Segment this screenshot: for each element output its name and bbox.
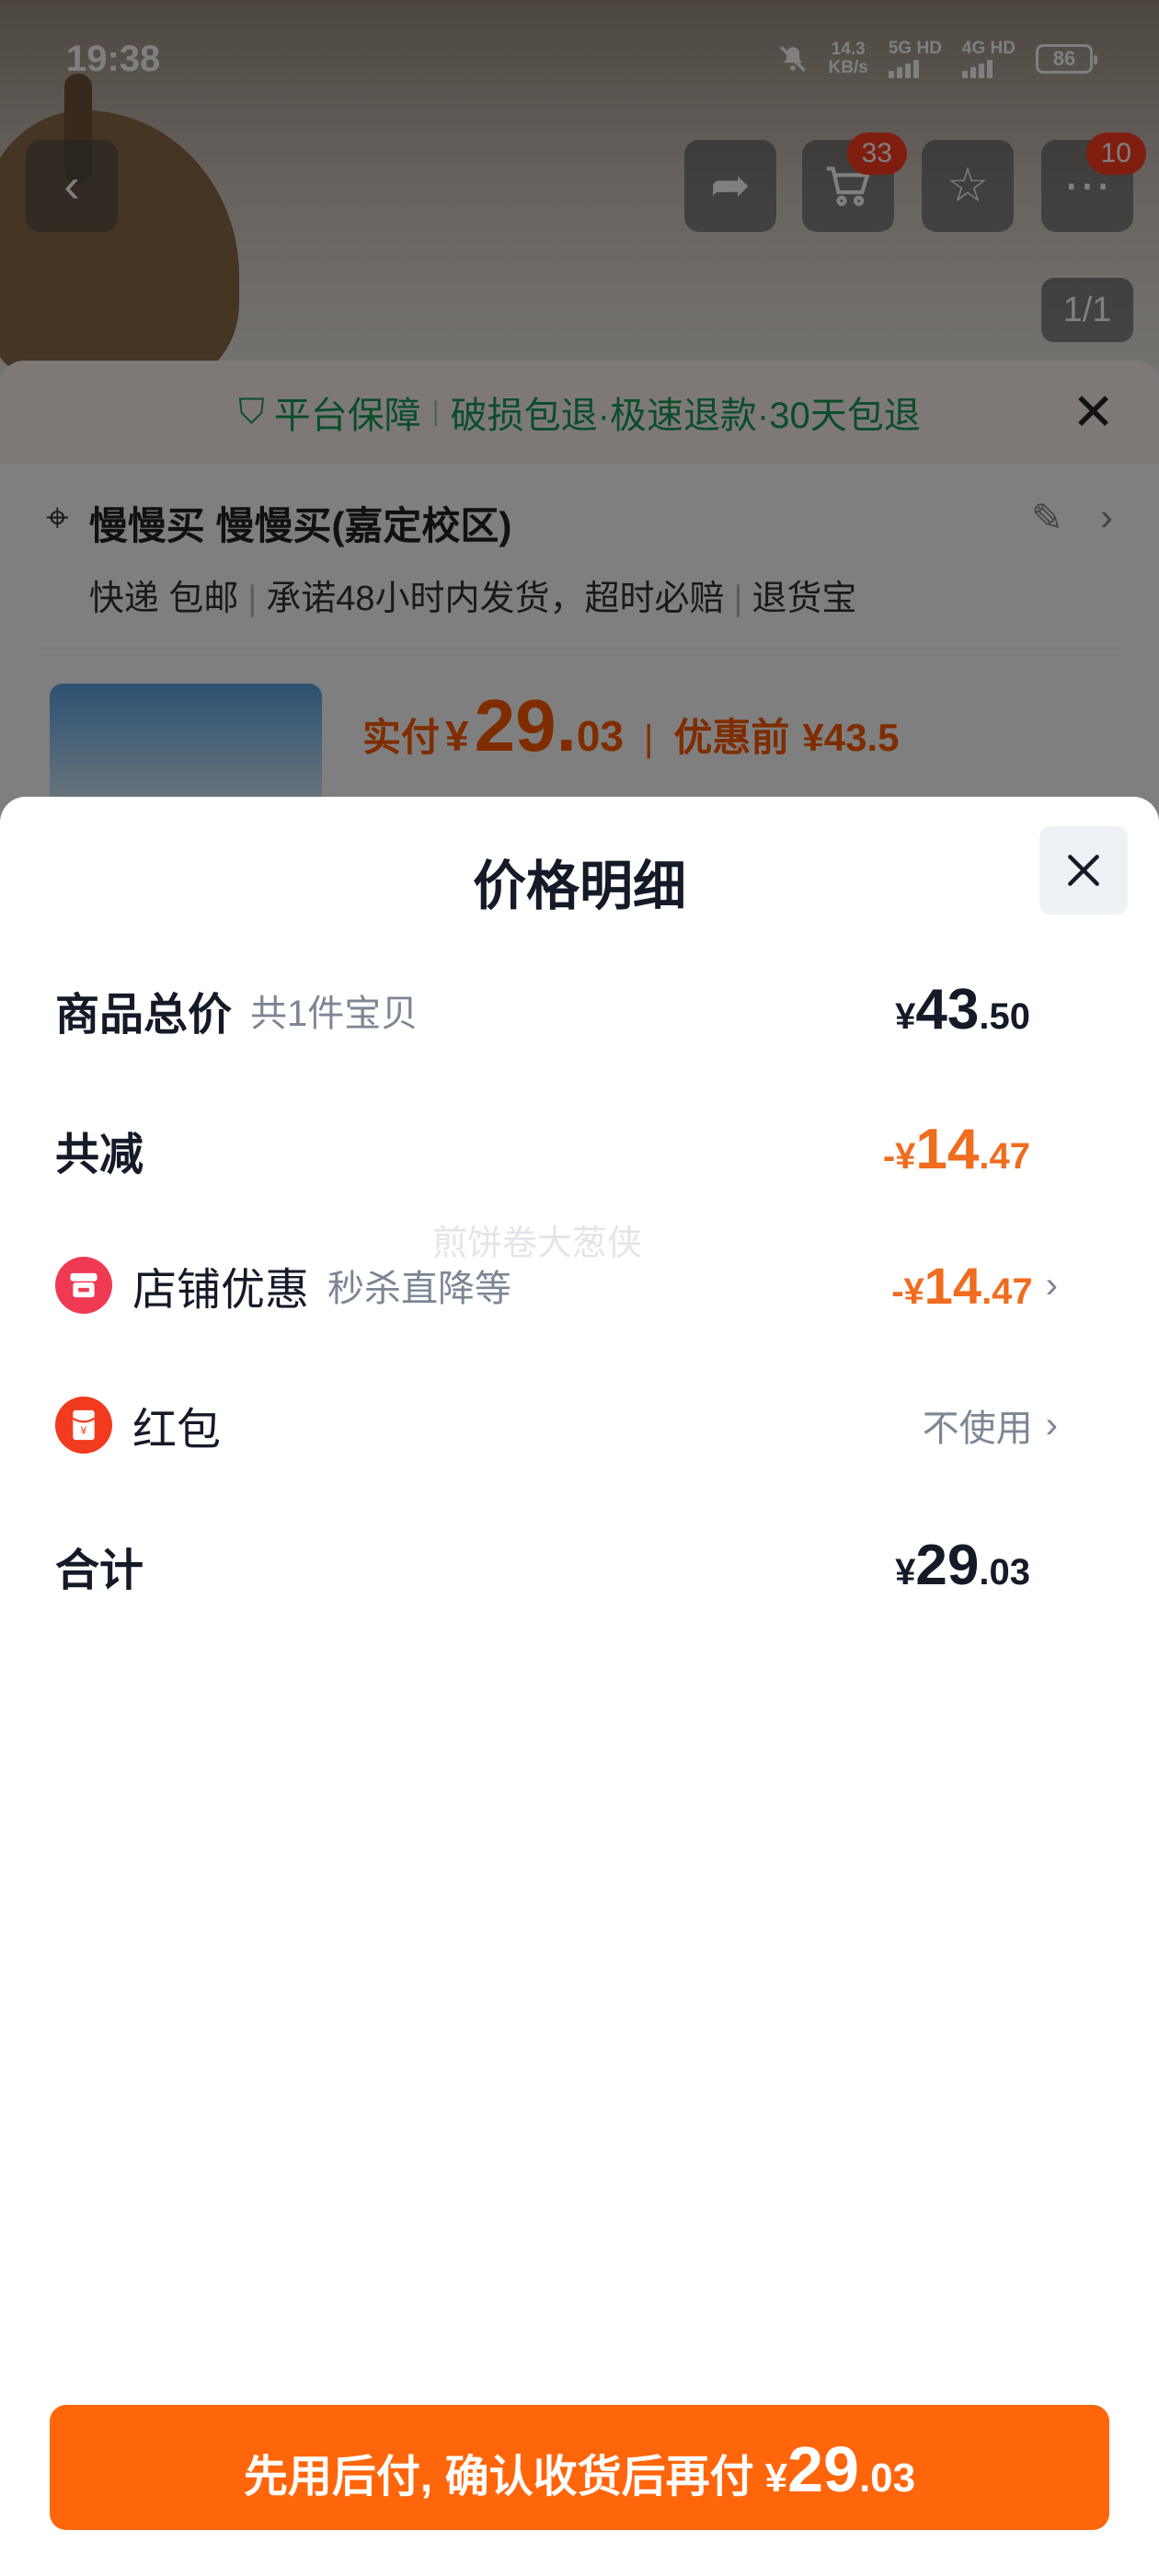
total-reduction-amount: -¥ 14 .47 <box>883 1117 1030 1182</box>
cta-amount-dec: .03 <box>858 2455 916 2501</box>
row-store-discount[interactable]: 店铺优惠 秒杀直降等 -¥ 14 .47 › <box>55 1253 1058 1317</box>
chevron-right-icon: › <box>1045 1264 1058 1305</box>
red-packet-status: 不使用 <box>922 1409 1033 1449</box>
pay-later-button[interactable]: 先用后付, 确认收货后再付 ¥ 29 .03 <box>50 2405 1109 2530</box>
currency-symbol: ¥ <box>895 996 916 1037</box>
red-packet-label: 红包 <box>132 1406 222 1455</box>
currency-symbol: ¥ <box>895 1552 916 1593</box>
total-reduction-label: 共减 <box>55 1130 144 1179</box>
store-discount-sub: 秒杀直降等 <box>327 1269 512 1309</box>
sum-label: 合计 <box>55 1546 144 1595</box>
cta-amount-int: 29 <box>787 2433 859 2505</box>
sum-amount: ¥ 29 .03 <box>895 1533 1030 1598</box>
goods-total-amount: ¥ 43 .50 <box>895 977 1030 1042</box>
svg-text:¥: ¥ <box>80 1424 86 1437</box>
store-icon <box>55 1257 112 1314</box>
store-discount-label: 店铺优惠 <box>132 1266 310 1315</box>
close-button[interactable] <box>1039 826 1128 914</box>
row-red-packet[interactable]: ¥ 红包 不使用 › <box>55 1393 1058 1457</box>
row-goods-total: 商品总价 共1件宝贝 ¥ 43 .50 <box>55 977 1058 1042</box>
amount-int: 29 <box>915 1534 980 1597</box>
amount-dec: .50 <box>979 996 1030 1037</box>
amount-int: 43 <box>915 978 980 1041</box>
currency-symbol: -¥ <box>891 1271 924 1312</box>
chevron-right-icon: › <box>1045 1404 1058 1445</box>
price-detail-sheet: 价格明细 煎饼卷大葱侠 商品总价 共1件宝贝 ¥ 43 .50 共减 -¥ 14… <box>0 797 1159 2576</box>
currency-symbol: -¥ <box>882 1136 916 1177</box>
currency-symbol: ¥ <box>764 2455 788 2501</box>
close-icon <box>1068 855 1099 886</box>
row-sum: 合计 ¥ 29 .03 <box>55 1533 1058 1598</box>
red-packet-value: 不使用 › <box>923 1398 1058 1452</box>
row-total-reduction: 共减 -¥ 14 .47 <box>55 1117 1058 1182</box>
goods-count: 共1件宝贝 <box>250 993 419 1034</box>
amount-dec: .03 <box>979 1552 1030 1593</box>
goods-total-label: 商品总价 <box>55 990 233 1040</box>
cta-label: 先用后付, 确认收货后再付 <box>243 2453 754 2501</box>
amount-dec: .47 <box>981 1271 1033 1312</box>
amount-int: 14 <box>924 1256 982 1315</box>
sheet-title: 价格明细 <box>472 857 686 916</box>
red-packet-icon: ¥ <box>55 1397 112 1454</box>
store-discount-amount: -¥ 14 .47 › <box>891 1256 1058 1316</box>
amount-int: 14 <box>915 1118 980 1181</box>
amount-dec: .47 <box>979 1136 1030 1177</box>
